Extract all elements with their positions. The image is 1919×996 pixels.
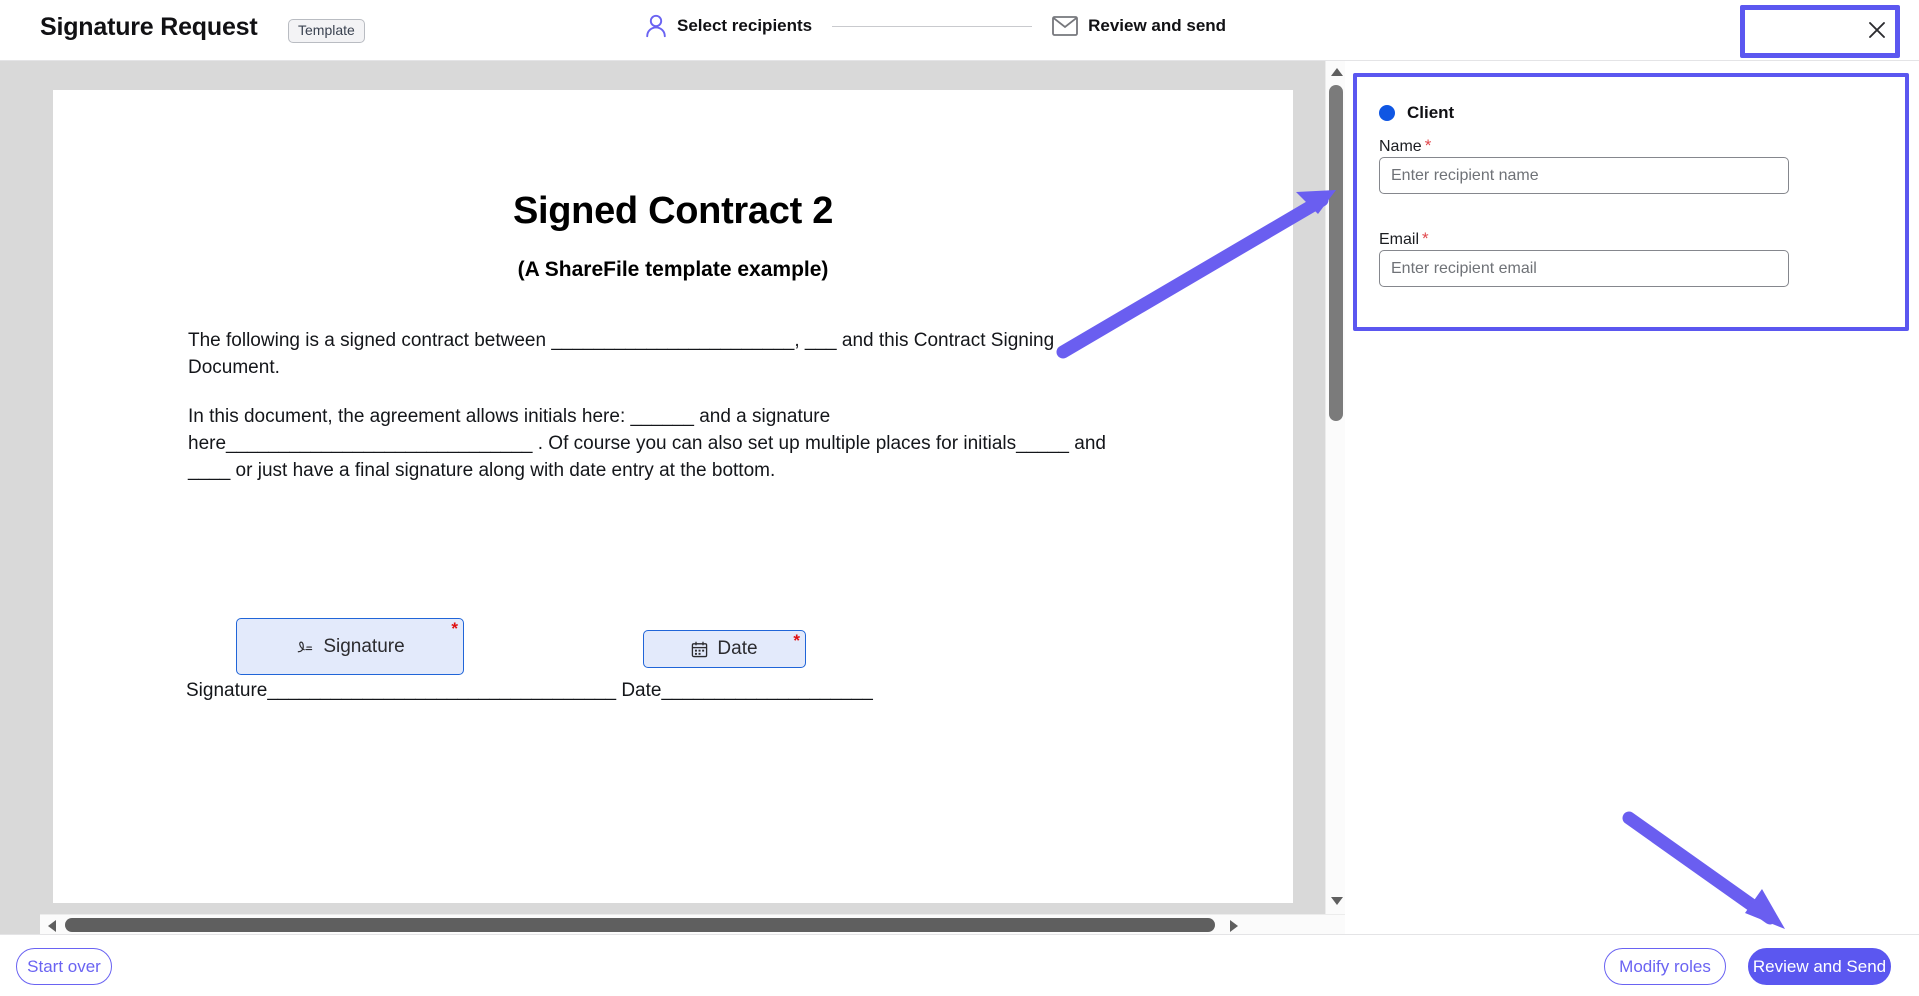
email-label-text: Email	[1379, 231, 1420, 248]
signature-field-label: Signature	[323, 635, 405, 657]
modify-roles-button[interactable]: Modify roles	[1604, 948, 1726, 985]
progress-stepper: Select recipients Review and send	[645, 14, 1226, 38]
template-badge: Template	[288, 19, 365, 44]
step-review-and-send[interactable]: Review and send	[1052, 16, 1226, 36]
vertical-scrollbar[interactable]	[1325, 61, 1345, 914]
signature-field-widget[interactable]: Signature *	[236, 618, 464, 675]
recipient-email-input[interactable]	[1379, 250, 1789, 287]
person-icon	[645, 14, 667, 38]
recipient-role: Client	[1379, 103, 1454, 123]
step-label-review-and-send: Review and send	[1088, 16, 1227, 35]
scroll-down-arrow-icon[interactable]	[1331, 897, 1343, 905]
step-label-select-recipients: Select recipients	[677, 16, 813, 35]
signature-icon	[298, 641, 313, 653]
recipient-name-input[interactable]	[1379, 157, 1789, 194]
step-select-recipients[interactable]: Select recipients	[645, 14, 812, 38]
name-required-marker: *	[1424, 136, 1432, 155]
app-header: Signature Request Template Select recipi…	[0, 0, 1919, 61]
signature-field-required: *	[451, 619, 458, 638]
document-page: Signed Contract 2 (A ShareFile template …	[53, 90, 1293, 903]
document-paragraph-2: In this document, the agreement allows i…	[188, 406, 1106, 481]
date-field-label: Date	[717, 638, 758, 659]
name-label-text: Name	[1379, 138, 1422, 155]
horizontal-scrollbar-thumb[interactable]	[65, 918, 1215, 932]
scroll-right-arrow-icon[interactable]	[1230, 920, 1238, 932]
footer-bar: Start over Modify roles Review and Send	[0, 934, 1919, 996]
scroll-left-arrow-icon[interactable]	[48, 920, 56, 932]
scroll-up-arrow-icon[interactable]	[1331, 68, 1343, 76]
recipients-panel: Client Name* Email*	[1345, 61, 1919, 934]
page-title: Signature Request	[40, 13, 258, 41]
role-name-label: Client	[1407, 103, 1455, 122]
email-required-marker: *	[1422, 229, 1429, 248]
mail-icon	[1052, 16, 1079, 36]
email-field-label: Email *	[1379, 229, 1429, 249]
document-viewer: Signed Contract 2 (A ShareFile template …	[0, 61, 1345, 934]
role-color-dot	[1379, 105, 1395, 121]
document-subtitle: (A ShareFile template example)	[517, 258, 829, 281]
stepper-connector	[832, 25, 1033, 27]
review-and-send-button[interactable]: Review and Send	[1748, 948, 1891, 985]
close-button[interactable]	[1861, 14, 1893, 46]
document-paragraph-1: The following is a signed contract betwe…	[188, 330, 1055, 378]
document-signature-line: Signature_______________________________…	[186, 680, 873, 701]
calendar-icon	[692, 641, 708, 657]
signature-request-screen: Signature Request Template Select recipi…	[0, 0, 1919, 996]
name-field-label: Name *	[1379, 136, 1431, 156]
recipient-card: Client Name* Email*	[1353, 73, 1909, 331]
vertical-scrollbar-thumb[interactable]	[1329, 85, 1343, 421]
horizontal-scrollbar[interactable]	[40, 914, 1345, 934]
close-icon	[1869, 22, 1885, 38]
start-over-button[interactable]: Start over	[16, 948, 112, 985]
document-title: Signed Contract 2	[512, 190, 834, 232]
date-field-widget[interactable]: Date *	[643, 630, 806, 668]
date-field-required: *	[793, 631, 800, 650]
